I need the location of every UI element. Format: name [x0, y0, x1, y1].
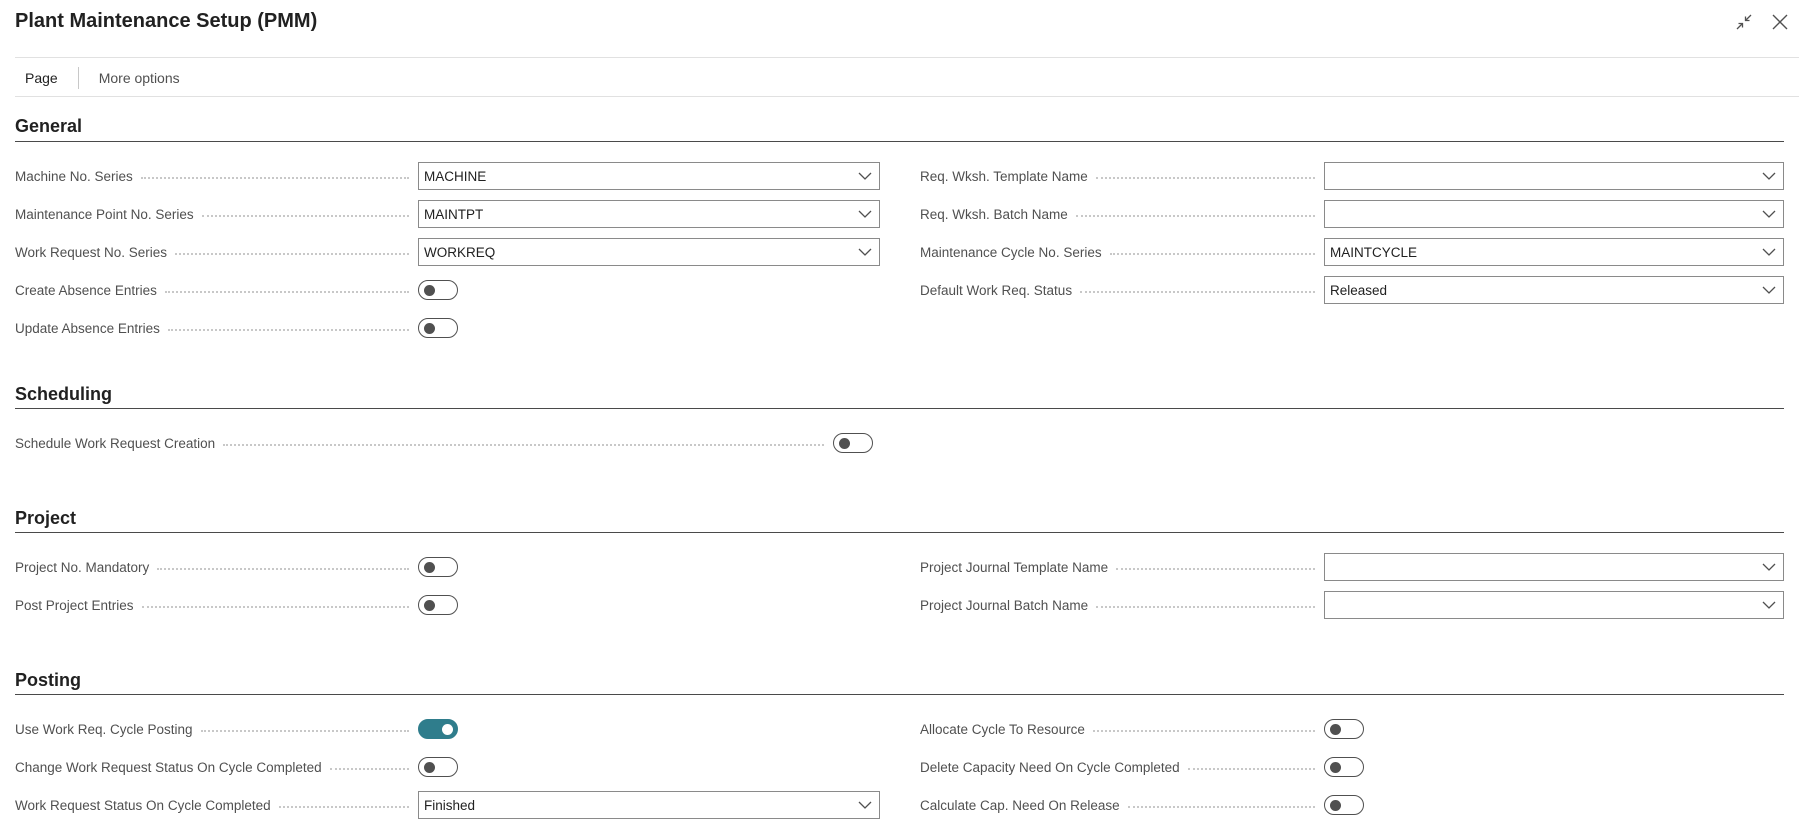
chevron-down-icon [1755, 163, 1783, 189]
collapse-button[interactable] [1732, 10, 1756, 34]
maintenance-point-no-series-label: Maintenance Point No. Series [15, 200, 415, 228]
work-request-status-on-cycle-completed-label: Work Request Status On Cycle Completed [15, 791, 415, 819]
req-wksh-batch-name-select[interactable] [1324, 200, 1784, 228]
use-work-req-cycle-posting-label: Use Work Req. Cycle Posting [15, 715, 415, 743]
toggle-knob [424, 323, 435, 334]
maintenance-cycle-no-series-label: Maintenance Cycle No. Series [920, 238, 1321, 266]
machine-no-series-label: Machine No. Series [15, 162, 415, 190]
chevron-down-icon [851, 163, 879, 189]
collapse-icon [1736, 14, 1752, 30]
section-underline-general [15, 141, 1784, 142]
project-journal-template-name-label: Project Journal Template Name [920, 553, 1321, 581]
section-title-project[interactable]: Project [15, 508, 76, 529]
default-work-req-status-select[interactable]: Released [1324, 276, 1784, 304]
page-menu-button[interactable]: Page [15, 70, 68, 86]
allocate-cycle-to-resource-toggle[interactable] [1324, 719, 1364, 739]
req-wksh-batch-name-label: Req. Wksh. Batch Name [920, 200, 1321, 228]
maintenance-point-no-series-select[interactable]: MAINTPT [418, 200, 880, 228]
section-title-scheduling[interactable]: Scheduling [15, 384, 112, 405]
maintenance-cycle-no-series-select[interactable]: MAINTCYCLE [1324, 238, 1784, 266]
chevron-down-icon [851, 239, 879, 265]
section-underline-posting [15, 694, 1784, 695]
default-work-req-status-label: Default Work Req. Status [920, 276, 1321, 304]
change-work-request-status-on-cycle-completed-toggle[interactable] [418, 757, 458, 777]
post-project-entries-label: Post Project Entries [15, 591, 415, 619]
page-title: Plant Maintenance Setup (PMM) [15, 10, 318, 32]
create-absence-entries-label: Create Absence Entries [15, 276, 415, 304]
close-button[interactable] [1768, 10, 1792, 34]
chevron-down-icon [851, 201, 879, 227]
toggle-knob [424, 600, 435, 611]
use-work-req-cycle-posting-toggle[interactable] [418, 719, 458, 739]
req-wksh-template-name-label: Req. Wksh. Template Name [920, 162, 1321, 190]
toggle-knob [1330, 800, 1341, 811]
toggle-knob [839, 438, 850, 449]
project-no-mandatory-label: Project No. Mandatory [15, 553, 415, 581]
toggle-knob [442, 724, 453, 735]
post-project-entries-toggle[interactable] [418, 595, 458, 615]
work-request-status-on-cycle-completed-select[interactable]: Finished [418, 791, 880, 819]
machine-no-series-select[interactable]: MACHINE [418, 162, 880, 190]
create-absence-entries-toggle[interactable] [418, 280, 458, 300]
change-work-request-status-on-cycle-completed-label: Change Work Request Status On Cycle Comp… [15, 753, 415, 781]
section-title-posting[interactable]: Posting [15, 670, 81, 691]
chevron-down-icon [1755, 239, 1783, 265]
update-absence-entries-label: Update Absence Entries [15, 314, 415, 342]
project-journal-template-name-select[interactable] [1324, 553, 1784, 581]
toggle-knob [424, 762, 435, 773]
project-journal-batch-name-label: Project Journal Batch Name [920, 591, 1321, 619]
section-title-general[interactable]: General [15, 116, 82, 137]
calculate-cap-need-on-release-label: Calculate Cap. Need On Release [920, 791, 1321, 819]
action-bar-divider-bottom [15, 96, 1799, 97]
chevron-down-icon [1755, 592, 1783, 618]
action-bar: Page More options [15, 66, 190, 90]
close-icon [1772, 14, 1788, 30]
chevron-down-icon [1755, 277, 1783, 303]
toggle-knob [1330, 724, 1341, 735]
schedule-work-request-creation-label: Schedule Work Request Creation [15, 429, 830, 457]
chevron-down-icon [1755, 554, 1783, 580]
chevron-down-icon [851, 792, 879, 818]
work-request-no-series-select[interactable]: WORKREQ [418, 238, 880, 266]
delete-capacity-need-on-cycle-completed-toggle[interactable] [1324, 757, 1364, 777]
allocate-cycle-to-resource-label: Allocate Cycle To Resource [920, 715, 1321, 743]
req-wksh-template-name-select[interactable] [1324, 162, 1784, 190]
toggle-knob [424, 562, 435, 573]
toggle-knob [424, 285, 435, 296]
header-divider [15, 57, 1799, 58]
work-request-no-series-label: Work Request No. Series [15, 238, 415, 266]
delete-capacity-need-on-cycle-completed-label: Delete Capacity Need On Cycle Completed [920, 753, 1321, 781]
project-no-mandatory-toggle[interactable] [418, 557, 458, 577]
calculate-cap-need-on-release-toggle[interactable] [1324, 795, 1364, 815]
schedule-work-request-creation-toggle[interactable] [833, 433, 873, 453]
more-options-button[interactable]: More options [89, 70, 190, 86]
update-absence-entries-toggle[interactable] [418, 318, 458, 338]
action-bar-divider [77, 67, 79, 89]
setup-page: Plant Maintenance Setup (PMM) Page More … [0, 0, 1799, 823]
toggle-knob [1330, 762, 1341, 773]
project-journal-batch-name-select[interactable] [1324, 591, 1784, 619]
section-underline-project [15, 532, 1784, 533]
section-underline-scheduling [15, 408, 1784, 409]
chevron-down-icon [1755, 201, 1783, 227]
